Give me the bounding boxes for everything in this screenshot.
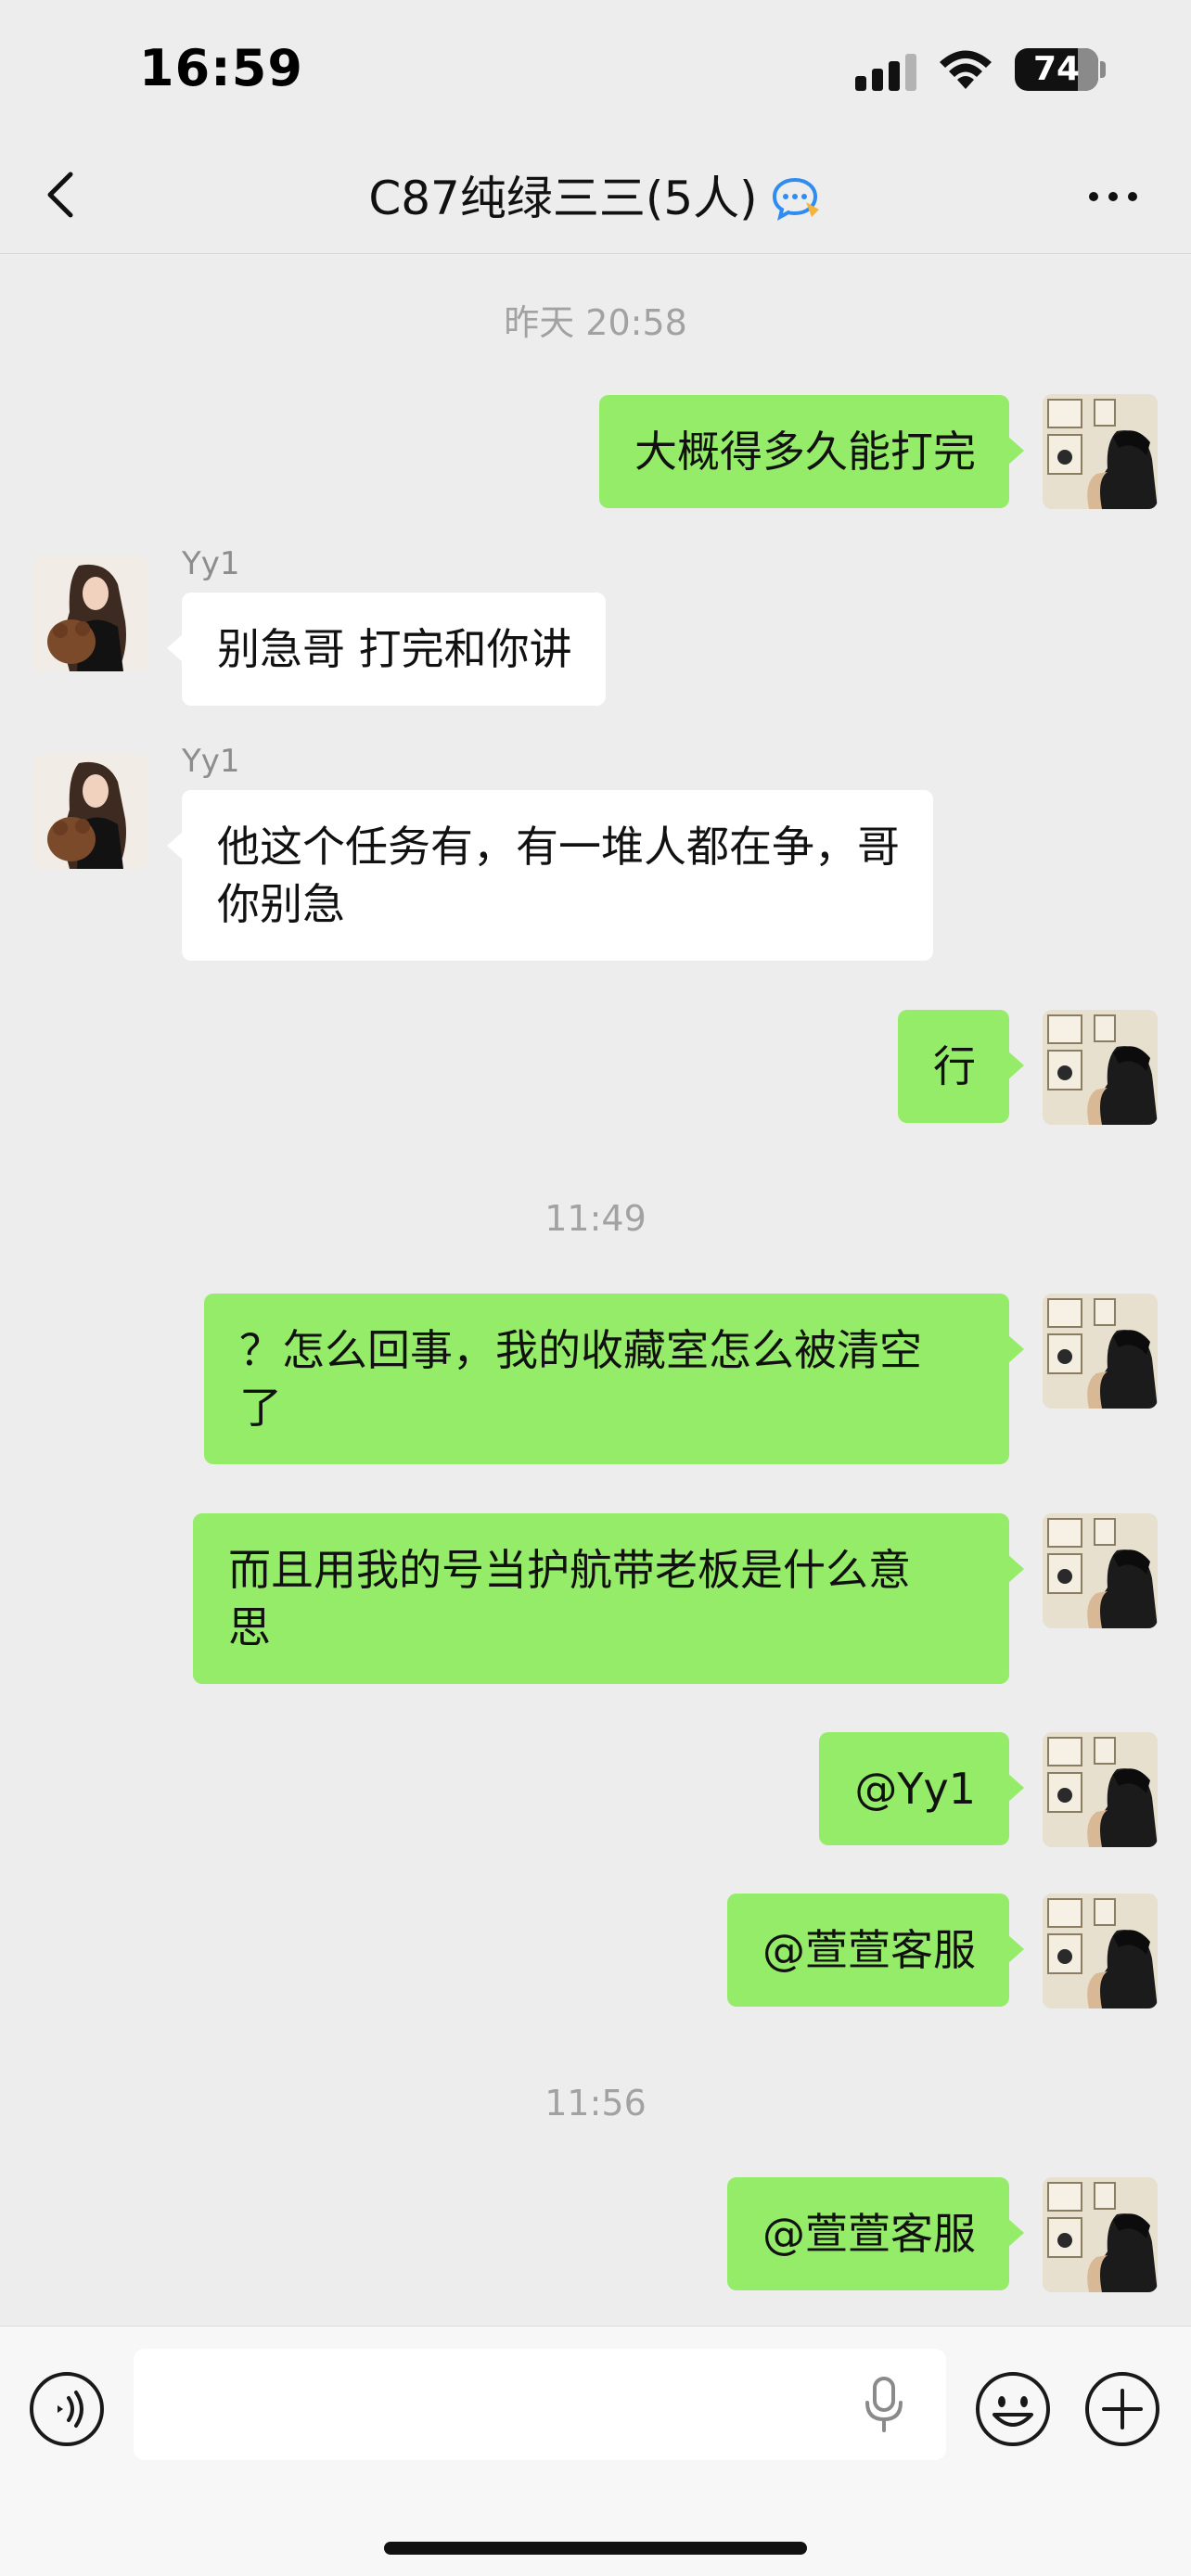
smiley-icon[interactable] [974,2370,1052,2448]
timestamp: 昨天 20:58 [504,302,687,343]
self-avatar-photo [1043,394,1158,509]
input-bar [0,2326,1191,2576]
self-avatar[interactable] [1043,1294,1158,1409]
self-avatar[interactable] [1043,1894,1158,2009]
contact-avatar[interactable] [32,754,147,869]
wifi-icon [940,50,992,89]
chat-screen: 16:59 74 C87纯绿三三(5人) 昨天 20:58 大概得多久能打完 Y… [0,0,1191,2576]
message-bubble-other[interactable]: 他这个任务有，有一堆人都在争，哥 你别急 [167,790,933,961]
message-text: @Yy1 [854,1764,976,1814]
self-avatar-photo [1043,2177,1158,2292]
message-bubble-self[interactable]: @Yy1 [819,1732,1024,1845]
message-bubble-self[interactable]: ？怎么回事，我的收藏室怎么被清空 了 [204,1294,1024,1464]
message-text-line: 了 [239,1383,282,1433]
contact-avatar[interactable] [32,556,147,671]
message-text: @萱萱客服 [762,1925,976,1975]
message-bubble-other[interactable]: 别急哥 打完和你讲 [167,593,606,706]
contact-avatar-photo [32,556,147,671]
message-text: 大概得多久能打完 [634,427,976,477]
message-bubble-self[interactable]: @萱萱客服 [727,1894,1024,2007]
battery-level: 74 [1032,50,1081,88]
self-avatar[interactable] [1043,1513,1158,1628]
battery-icon: 74 [1015,48,1098,91]
self-avatar-photo [1043,1010,1158,1125]
message-text-line: 你别急 [217,879,345,929]
message-text: 行 [933,1041,976,1091]
battery-tip [1100,61,1106,78]
self-avatar[interactable] [1043,1010,1158,1125]
message-text-line: 而且用我的号当护航带老板是什么意 [228,1545,911,1595]
message-text: @萱萱客服 [762,2209,976,2259]
message-text-line: 思 [228,1602,271,1652]
sender-name: Yy1 [182,743,240,780]
timestamp: 11:56 [544,2083,647,2123]
message-bubble-self[interactable]: 行 [898,1010,1024,1123]
message-bubble-self[interactable]: @萱萱客服 [727,2177,1024,2290]
message-bubble-self[interactable]: 而且用我的号当护航带老板是什么意 思 [193,1513,1024,1684]
chat-title-wrap: C87纯绿三三(5人) [0,158,1191,236]
plus-circle-icon[interactable] [1083,2370,1161,2448]
self-avatar[interactable] [1043,394,1158,509]
chat-bubble-icon [772,177,819,221]
message-input[interactable] [134,2349,946,2460]
chat-header: C87纯绿三三(5人) [0,139,1191,254]
microphone-icon[interactable] [861,2375,907,2434]
self-avatar-photo [1043,1894,1158,2009]
message-text-line: ？怎么回事，我的收藏室怎么被清空 [239,1325,922,1375]
status-bar: 16:59 74 [0,0,1191,139]
voice-wave-icon[interactable] [28,2370,106,2448]
self-avatar[interactable] [1043,1732,1158,1847]
message-text-line: 他这个任务有，有一堆人都在争，哥 [217,822,900,872]
message-list[interactable]: 昨天 20:58 大概得多久能打完 Yy1 别急哥 打完和你讲 Yy1 他这个任… [0,255,1191,2323]
self-avatar-photo [1043,1513,1158,1628]
sender-name: Yy1 [182,545,240,582]
contact-avatar-photo [32,754,147,869]
status-time: 16:59 [139,39,303,97]
signal-strength-icon [855,54,918,91]
self-avatar[interactable] [1043,2177,1158,2292]
more-options-button[interactable] [1076,158,1150,232]
self-avatar-photo [1043,1732,1158,1847]
timestamp: 11:49 [544,1198,647,1239]
home-indicator [384,2542,807,2555]
self-avatar-photo [1043,1294,1158,1409]
message-text: 别急哥 打完和你讲 [217,624,572,674]
chat-title: C87纯绿三三(5人) [368,171,758,225]
message-bubble-self[interactable]: 大概得多久能打完 [599,395,1024,508]
